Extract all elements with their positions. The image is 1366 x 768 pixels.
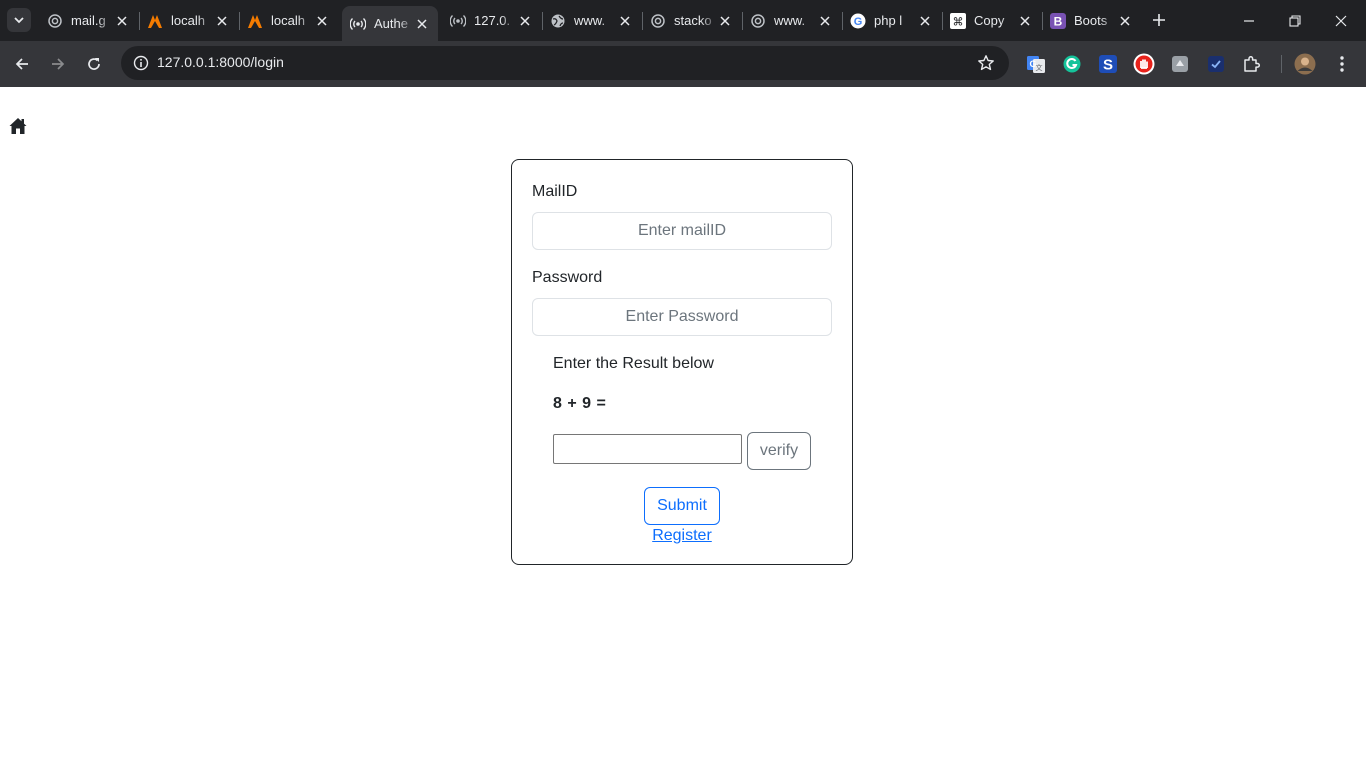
browser-tab[interactable]: mail.g bbox=[39, 6, 139, 35]
browser-toolbar: 127.0.0.1:8000/login G文 S bbox=[0, 41, 1366, 87]
chevron-down-icon bbox=[14, 17, 24, 24]
submit-button[interactable]: Submit bbox=[644, 487, 720, 525]
close-icon[interactable] bbox=[618, 14, 632, 28]
close-icon[interactable] bbox=[1118, 14, 1132, 28]
close-icon[interactable] bbox=[315, 14, 329, 28]
blue-check-extension-icon[interactable] bbox=[1204, 52, 1228, 76]
close-icon[interactable] bbox=[415, 17, 428, 31]
close-icon[interactable] bbox=[215, 14, 229, 28]
svg-text:⌘: ⌘ bbox=[953, 15, 964, 28]
close-icon[interactable] bbox=[918, 14, 932, 28]
s-extension-icon[interactable]: S bbox=[1096, 52, 1120, 76]
svg-text:S: S bbox=[1103, 57, 1113, 74]
captcha-equation: 8 + 9 = bbox=[553, 395, 607, 412]
bootstrap-icon: B bbox=[1050, 12, 1066, 29]
register-link[interactable]: Register bbox=[652, 527, 712, 544]
mail-label: MailID bbox=[532, 183, 578, 200]
address-bar[interactable]: 127.0.0.1:8000/login bbox=[121, 46, 1009, 80]
tab-title: mail.g bbox=[71, 13, 106, 28]
verify-button[interactable]: verify bbox=[747, 432, 811, 470]
site-info-icon[interactable] bbox=[129, 51, 153, 75]
spiral-icon bbox=[47, 13, 63, 29]
reload-icon bbox=[88, 58, 100, 70]
browser-tab[interactable]: www. bbox=[742, 6, 842, 35]
browser-tab[interactable]: ⌘ Copy bbox=[942, 6, 1042, 35]
minimize-button[interactable] bbox=[1226, 0, 1272, 41]
captcha-answer-input[interactable] bbox=[553, 434, 742, 464]
svg-text:G: G bbox=[854, 16, 863, 28]
minimize-icon bbox=[1244, 19, 1254, 22]
google-translate-icon[interactable]: G文 bbox=[1024, 52, 1048, 76]
tab-title: 127.0. bbox=[474, 13, 511, 28]
browser-tab[interactable]: G php l bbox=[842, 6, 942, 35]
close-icon[interactable] bbox=[818, 14, 832, 28]
home-icon[interactable] bbox=[8, 116, 28, 136]
svg-text:文: 文 bbox=[1036, 63, 1043, 72]
captcha-heading: Enter the Result below bbox=[553, 355, 714, 372]
url-text: 127.0.0.1:8000/login bbox=[157, 54, 284, 70]
forward-button[interactable] bbox=[44, 50, 72, 78]
register-link-row: Register bbox=[512, 527, 852, 545]
tab-title: localh bbox=[271, 13, 305, 28]
google-icon: G bbox=[850, 13, 866, 29]
browser-tab-active[interactable]: Authe bbox=[342, 6, 438, 41]
grammarly-icon[interactable] bbox=[1060, 52, 1084, 76]
tab-title: stacko bbox=[674, 13, 712, 28]
close-icon[interactable] bbox=[718, 14, 732, 28]
grey-box-extension-icon[interactable] bbox=[1168, 52, 1192, 76]
tab-title: www. bbox=[774, 13, 806, 28]
password-input[interactable] bbox=[532, 298, 832, 336]
bookmark-star-icon[interactable] bbox=[975, 52, 997, 74]
svg-text:B: B bbox=[1054, 14, 1063, 28]
puzzle-piece-icon[interactable] bbox=[1240, 52, 1264, 76]
password-label: Password bbox=[532, 269, 603, 286]
radio-signal-icon bbox=[450, 13, 466, 29]
tab-search-button[interactable] bbox=[7, 8, 31, 32]
xampp-icon bbox=[247, 13, 263, 29]
reload-button[interactable] bbox=[80, 50, 108, 78]
tab-title: localh bbox=[171, 13, 205, 28]
mail-input[interactable] bbox=[532, 212, 832, 250]
browser-tabstrip: mail.g localh localh Authe 127.0. www. s… bbox=[0, 0, 1366, 41]
tab-title: www. bbox=[574, 13, 606, 28]
restore-icon bbox=[1289, 14, 1301, 27]
browser-tab[interactable]: www. bbox=[542, 6, 642, 35]
close-window-button[interactable] bbox=[1318, 0, 1364, 41]
spiral-icon bbox=[750, 13, 766, 29]
browser-tab[interactable]: localh bbox=[139, 6, 239, 35]
tab-title: Authe bbox=[374, 16, 408, 31]
close-icon bbox=[1335, 15, 1347, 26]
new-tab-button[interactable] bbox=[1149, 10, 1169, 30]
command-key-icon: ⌘ bbox=[950, 12, 966, 29]
browser-tab[interactable]: 127.0. bbox=[442, 6, 542, 35]
close-icon[interactable] bbox=[518, 14, 532, 28]
browser-tab[interactable]: localh bbox=[239, 6, 339, 35]
plus-icon bbox=[1153, 14, 1165, 26]
tab-title: Boots bbox=[1074, 13, 1108, 28]
profile-avatar[interactable] bbox=[1293, 52, 1317, 76]
back-button[interactable] bbox=[8, 50, 36, 78]
tab-title: Copy bbox=[974, 13, 1005, 28]
tab-title: php l bbox=[874, 13, 903, 28]
toolbar-separator bbox=[1281, 55, 1282, 73]
browser-tab[interactable]: B Boots bbox=[1042, 6, 1142, 35]
globe-icon bbox=[550, 13, 566, 29]
radio-signal-icon bbox=[350, 16, 366, 32]
adblock-hand-icon[interactable] bbox=[1132, 52, 1156, 76]
arrow-right-icon bbox=[52, 58, 65, 70]
kebab-menu-icon[interactable] bbox=[1330, 52, 1354, 76]
arrow-left-icon bbox=[15, 58, 28, 70]
close-icon[interactable] bbox=[115, 14, 129, 28]
xampp-icon bbox=[147, 13, 163, 29]
browser-tab[interactable]: stacko bbox=[642, 6, 742, 35]
spiral-icon bbox=[650, 13, 666, 29]
restore-button[interactable] bbox=[1272, 0, 1318, 41]
login-card: MailID Password Enter the Result below 8… bbox=[511, 159, 853, 565]
close-icon[interactable] bbox=[1018, 14, 1032, 28]
